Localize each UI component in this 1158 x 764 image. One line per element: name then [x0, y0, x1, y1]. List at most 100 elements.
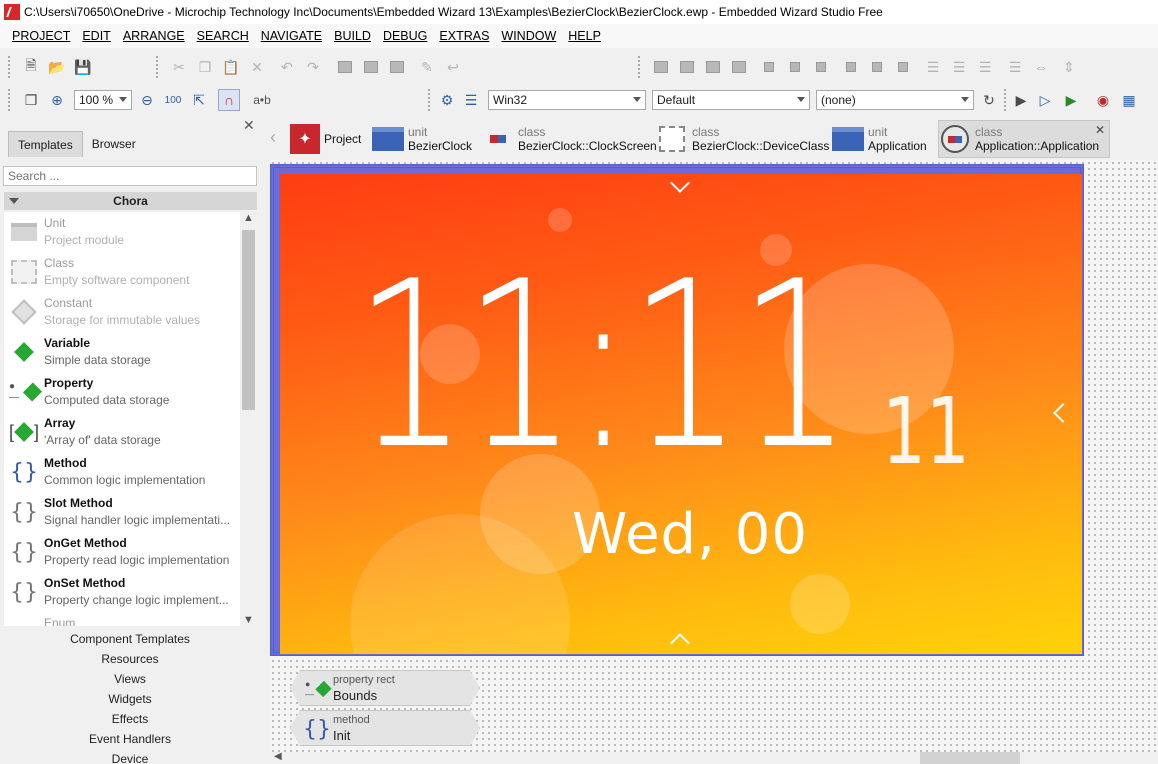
- tab-templates[interactable]: Templates: [8, 131, 83, 157]
- menu-search[interactable]: SEARCH: [191, 29, 255, 43]
- close-tab-icon[interactable]: ✕: [1095, 123, 1105, 137]
- category-component-templates[interactable]: Component Templates: [0, 629, 260, 649]
- delete-icon[interactable]: ✕: [246, 56, 268, 78]
- template-item-enum[interactable]: Enum: [4, 612, 240, 626]
- open-folder-icon[interactable]: 📂: [46, 56, 68, 78]
- toolbar-grip[interactable]: [638, 56, 642, 78]
- menu-arrange[interactable]: ARRANGE: [117, 29, 191, 43]
- toolbar-grip[interactable]: [428, 89, 432, 111]
- send-back-icon[interactable]: [728, 56, 750, 78]
- tab-unit-application[interactable]: unit Application: [832, 120, 927, 158]
- member-bounds[interactable]: ●— property rect Bounds: [290, 670, 480, 706]
- ungroup-icon[interactable]: [360, 56, 382, 78]
- category-event-handlers[interactable]: Event Handlers: [0, 729, 260, 749]
- space-v-icon[interactable]: ⇕: [1058, 56, 1080, 78]
- arrange-icon[interactable]: [386, 56, 408, 78]
- cut-icon[interactable]: ✂: [168, 56, 190, 78]
- edit-icon[interactable]: ✎: [416, 56, 438, 78]
- run-prototype-icon[interactable]: ▷: [1034, 89, 1056, 111]
- template-item-property[interactable]: ●— Property Computed data storage: [4, 372, 240, 412]
- bring-front-icon[interactable]: [650, 56, 672, 78]
- show-text-button[interactable]: a•b: [248, 89, 276, 111]
- template-item-onset-method[interactable]: {} OnSet Method Property change logic im…: [4, 572, 240, 612]
- menu-project[interactable]: PROJECT: [6, 29, 76, 43]
- menu-debug[interactable]: DEBUG: [377, 29, 433, 43]
- scrollbar-thumb[interactable]: [920, 752, 1020, 764]
- toolbar-grip[interactable]: [156, 56, 160, 78]
- debug-run-icon[interactable]: ▶: [1060, 89, 1082, 111]
- menu-window[interactable]: WINDOW: [495, 29, 562, 43]
- same-height-icon[interactable]: ☰: [1004, 56, 1026, 78]
- profile-select[interactable]: Default: [652, 90, 810, 110]
- new-project-icon[interactable]: 🗎: [20, 56, 42, 78]
- menu-build[interactable]: BUILD: [328, 29, 377, 43]
- category-views[interactable]: Views: [0, 669, 260, 689]
- tab-class-deviceclass[interactable]: class BezierClock::DeviceClass: [656, 120, 829, 158]
- group-header-chora[interactable]: Chora: [4, 192, 257, 210]
- distribute-h-icon[interactable]: ☰: [922, 56, 944, 78]
- same-width-icon[interactable]: ☰: [974, 56, 996, 78]
- align-right-icon[interactable]: [810, 56, 832, 78]
- align-middle-icon[interactable]: [866, 56, 888, 78]
- composer-canvas[interactable]: 11:11 11 Wed, 00 ●— property rect Bounds…: [270, 160, 1158, 752]
- template-item-class[interactable]: Class Empty software component: [4, 252, 240, 292]
- chevron-left-icon[interactable]: ‹: [270, 127, 276, 148]
- space-h-icon[interactable]: ⇔: [1030, 56, 1052, 78]
- tab-browser[interactable]: Browser: [83, 131, 145, 157]
- undo-icon[interactable]: ↶: [276, 56, 298, 78]
- send-backward-icon[interactable]: [702, 56, 724, 78]
- toolbar-grip[interactable]: [1004, 89, 1008, 111]
- member-init[interactable]: {} method Init: [290, 710, 480, 746]
- copy-icon[interactable]: ❐: [194, 56, 216, 78]
- zoom-100-icon[interactable]: 100: [162, 89, 184, 111]
- snap-magnet-icon[interactable]: ∩: [218, 89, 240, 111]
- refresh-icon[interactable]: ↻: [978, 89, 1000, 111]
- bring-forward-icon[interactable]: [676, 56, 698, 78]
- revert-icon[interactable]: ↩: [442, 56, 464, 78]
- toolbar-grip[interactable]: [8, 56, 12, 78]
- template-item-variable[interactable]: Variable Simple data storage: [4, 332, 240, 372]
- swipe-up-chevron-icon[interactable]: [670, 633, 690, 653]
- align-bottom-icon[interactable]: [892, 56, 914, 78]
- tab-class-clockscreen[interactable]: class BezierClock::ClockScreen: [482, 120, 657, 158]
- menu-help[interactable]: HELP: [562, 29, 607, 43]
- scroll-down-icon[interactable]: ▼: [243, 614, 254, 626]
- menu-navigate[interactable]: NAVIGATE: [255, 29, 328, 43]
- align-left-icon[interactable]: [758, 56, 780, 78]
- tab-unit-bezierclock[interactable]: unit BezierClock: [372, 120, 472, 158]
- platform-select[interactable]: Win32: [488, 90, 646, 110]
- close-icon[interactable]: ✕: [243, 117, 255, 134]
- category-resources[interactable]: Resources: [0, 649, 260, 669]
- clock-screen[interactable]: 11:11 11 Wed, 00: [280, 174, 1082, 654]
- swipe-left-chevron-icon[interactable]: [1053, 403, 1073, 423]
- align-top-icon[interactable]: [840, 56, 862, 78]
- template-item-method[interactable]: {} Method Common logic implementation: [4, 452, 240, 492]
- layers-icon[interactable]: ❐: [20, 89, 42, 111]
- scroll-up-icon[interactable]: ▲: [243, 212, 254, 224]
- zoom-out-icon[interactable]: ⊖: [136, 89, 158, 111]
- zoom-fit-icon[interactable]: ⇱: [188, 89, 210, 111]
- category-effects[interactable]: Effects: [0, 709, 260, 729]
- scrollbar-thumb[interactable]: [242, 230, 255, 410]
- template-list-scrollbar[interactable]: ▲ ▼: [240, 212, 257, 626]
- tab-project[interactable]: ✦ Project: [290, 120, 361, 158]
- distribute-v-icon[interactable]: ☰: [948, 56, 970, 78]
- template-item-array[interactable]: [] Array 'Array of' data storage: [4, 412, 240, 452]
- zoom-in-icon[interactable]: ⊕: [46, 89, 68, 111]
- list-icon[interactable]: ☰: [460, 89, 482, 111]
- build-settings-icon[interactable]: ⚙: [436, 89, 458, 111]
- template-item-constant[interactable]: Constant Storage for immutable values: [4, 292, 240, 332]
- language-select[interactable]: (none): [816, 90, 974, 110]
- scroll-left-icon[interactable]: ◀: [274, 751, 282, 762]
- report-icon[interactable]: ▦: [1118, 89, 1140, 111]
- save-icon[interactable]: 💾: [72, 56, 94, 78]
- play-icon[interactable]: ▶: [1010, 89, 1032, 111]
- paste-icon[interactable]: 📋: [220, 56, 242, 78]
- align-center-icon[interactable]: [784, 56, 806, 78]
- zoom-select[interactable]: 100 %: [74, 90, 132, 110]
- group-icon[interactable]: [334, 56, 356, 78]
- canvas-horizontal-scrollbar[interactable]: ◀: [270, 751, 1158, 764]
- template-item-slot-method[interactable]: {} Slot Method Signal handler logic impl…: [4, 492, 240, 532]
- search-input[interactable]: [3, 166, 257, 186]
- category-device[interactable]: Device: [0, 749, 260, 764]
